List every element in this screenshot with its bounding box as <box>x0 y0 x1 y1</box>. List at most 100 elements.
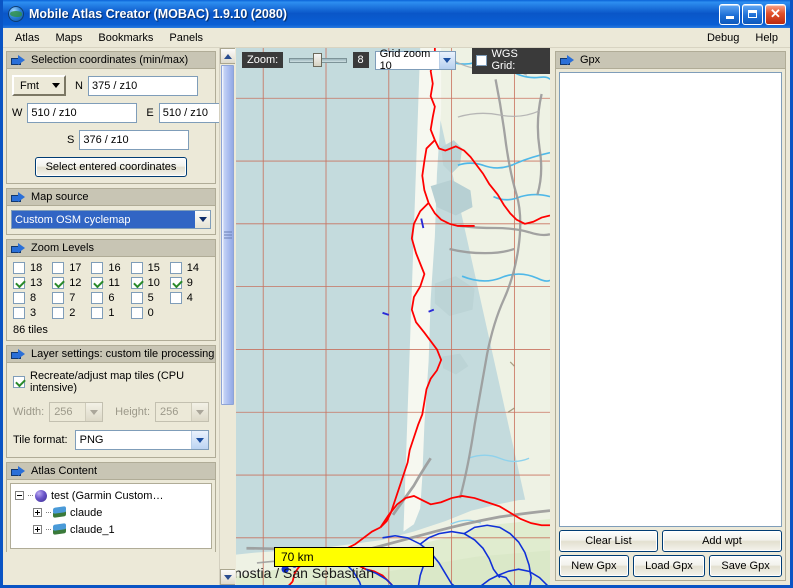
zoom-level-13[interactable]: 13 <box>13 277 52 289</box>
maximize-button[interactable] <box>742 3 763 25</box>
menu-item-help[interactable]: Help <box>747 30 786 46</box>
map-source-dropdown-arrow[interactable] <box>195 211 210 228</box>
zoom-level-checkbox-5[interactable] <box>130 292 143 304</box>
zoom-level-checkbox-11[interactable] <box>91 277 104 289</box>
zoom-slider-thumb[interactable] <box>313 53 323 67</box>
scroll-up-button[interactable] <box>220 48 235 64</box>
wgs-grid-checkbox[interactable] <box>475 54 487 66</box>
zoom-level-10[interactable]: 10 <box>130 277 170 289</box>
zoom-level-11[interactable]: 11 <box>91 277 130 289</box>
zoom-level-3[interactable]: 3 <box>13 307 52 319</box>
save-gpx-button[interactable]: Save Gpx <box>709 555 782 577</box>
zoom-level-checkbox-8[interactable] <box>13 292 25 304</box>
map-source-body: Custom OSM cyclemap <box>7 206 215 234</box>
gpx-waypoint-list[interactable] <box>559 72 782 527</box>
zoom-level-checkbox-9[interactable] <box>169 277 182 289</box>
chevron-down-icon <box>90 409 99 415</box>
zoom-level-5[interactable]: 5 <box>130 292 170 304</box>
zoom-level-checkbox-2[interactable] <box>52 307 65 319</box>
map-source-header[interactable]: Map source <box>7 189 215 206</box>
menu-item-atlas[interactable]: Atlas <box>7 30 47 46</box>
selection-coordinates-header[interactable]: Selection coordinates (min/max) <box>7 52 215 69</box>
zoom-level-6[interactable]: 6 <box>91 292 130 304</box>
format-dropdown-button[interactable]: Fmt <box>12 75 66 96</box>
new-gpx-button[interactable]: New Gpx <box>559 555 629 577</box>
zoom-level-14[interactable]: 14 <box>169 262 209 274</box>
zoom-level-checkbox-15[interactable] <box>130 262 143 274</box>
clear-list-button[interactable]: Clear List <box>559 530 658 552</box>
layer-settings-header[interactable]: Layer settings: custom tile processing <box>7 346 215 363</box>
collapse-icon[interactable] <box>15 491 24 500</box>
menu-item-debug[interactable]: Debug <box>699 30 747 46</box>
tile-format-row: Tile format: PNG <box>13 430 209 450</box>
zoom-levels-grid: 18 17 16 15 14 13 12 11 10 9 8 7 6 5 4 3 2 1 0 <box>13 262 209 319</box>
layers-icon <box>53 524 66 535</box>
zoom-level-checkbox-6[interactable] <box>91 292 104 304</box>
zoom-levels-header[interactable]: Zoom Levels <box>7 240 215 257</box>
zoom-level-checkbox-7[interactable] <box>52 292 65 304</box>
zoom-level-checkbox-1[interactable] <box>91 307 104 319</box>
atlas-content-header[interactable]: Atlas Content <box>7 463 215 480</box>
grid-zoom-value: Grid zoom 10 <box>379 48 431 72</box>
scrollbar-thumb[interactable] <box>221 65 234 405</box>
west-input[interactable] <box>27 103 138 123</box>
tree-item[interactable]: test (Garmin Custom… <box>15 487 207 504</box>
zoom-level-checkbox-13[interactable] <box>13 277 25 289</box>
tile-format-label: Tile format: <box>13 434 68 446</box>
close-button[interactable]: ✕ <box>765 3 786 25</box>
zoom-level-checkbox-3[interactable] <box>13 307 25 319</box>
zoom-level-label-10: 10 <box>147 277 160 289</box>
zoom-level-checkbox-0[interactable] <box>130 307 143 319</box>
tree-item[interactable]: claude <box>15 504 207 521</box>
menu-item-panels[interactable]: Panels <box>161 30 211 46</box>
zoom-level-checkbox-14[interactable] <box>169 262 182 274</box>
zoom-level-checkbox-17[interactable] <box>52 262 65 274</box>
select-entered-coordinates-button[interactable]: Select entered coordinates <box>34 157 188 177</box>
select-coordinates-bar: Select entered coordinates <box>12 157 210 177</box>
zoom-level-9[interactable]: 9 <box>169 277 209 289</box>
recreate-tiles-row[interactable]: Recreate/adjust map tiles (CPU intensive… <box>13 370 209 394</box>
zoom-level-12[interactable]: 12 <box>52 277 91 289</box>
recreate-tiles-checkbox[interactable] <box>13 376 25 388</box>
add-wpt-button[interactable]: Add wpt <box>661 530 782 552</box>
tree-item-label: claude <box>70 506 103 519</box>
zoom-level-2[interactable]: 2 <box>52 307 91 319</box>
zoom-level-checkbox-4[interactable] <box>169 292 182 304</box>
tile-format-dropdown-arrow[interactable] <box>191 431 208 449</box>
map-column[interactable]: Bord nostia / San Sebastián Zoom: 8 Grid… <box>236 48 550 585</box>
grid-zoom-dropdown-arrow[interactable] <box>438 51 455 69</box>
expand-icon[interactable] <box>33 525 42 534</box>
scroll-down-button[interactable] <box>220 569 235 585</box>
tree-connector <box>28 495 33 496</box>
zoom-level-7[interactable]: 7 <box>52 292 91 304</box>
grid-zoom-combo[interactable]: Grid zoom 10 <box>374 48 456 72</box>
zoom-level-0[interactable]: 0 <box>130 307 170 319</box>
zoom-level-checkbox-16[interactable] <box>91 262 104 274</box>
tree-item[interactable]: claude_1 <box>15 521 207 538</box>
south-input[interactable] <box>79 130 190 150</box>
zoom-level-16[interactable]: 16 <box>91 262 130 274</box>
expand-icon[interactable] <box>33 508 42 517</box>
load-gpx-button[interactable]: Load Gpx <box>632 555 706 577</box>
zoom-level-18[interactable]: 18 <box>13 262 52 274</box>
tile-format-combo[interactable]: PNG <box>74 430 209 450</box>
zoom-level-checkbox-10[interactable] <box>130 277 143 289</box>
north-input[interactable] <box>87 75 198 96</box>
map-canvas[interactable] <box>236 48 550 585</box>
zoom-level-1[interactable]: 1 <box>91 307 130 319</box>
zoom-level-4[interactable]: 4 <box>169 292 209 304</box>
left-panel-scrollbar[interactable] <box>219 48 235 585</box>
gpx-header[interactable]: Gpx <box>556 52 785 69</box>
wgs-grid-toggle[interactable]: WGS Grid: <box>471 48 550 74</box>
zoom-level-checkbox-18[interactable] <box>13 262 25 274</box>
zoom-slider[interactable] <box>289 53 347 67</box>
minimize-button[interactable] <box>719 3 740 25</box>
zoom-level-8[interactable]: 8 <box>13 292 52 304</box>
menu-item-maps[interactable]: Maps <box>47 30 90 46</box>
zoom-level-checkbox-12[interactable] <box>52 277 65 289</box>
zoom-level-15[interactable]: 15 <box>130 262 170 274</box>
zoom-level-17[interactable]: 17 <box>52 262 91 274</box>
map-source-select[interactable]: Custom OSM cyclemap <box>11 210 211 229</box>
menu-item-bookmarks[interactable]: Bookmarks <box>90 30 161 46</box>
atlas-content-tree[interactable]: test (Garmin Custom… claude claude_1 <box>10 483 212 549</box>
